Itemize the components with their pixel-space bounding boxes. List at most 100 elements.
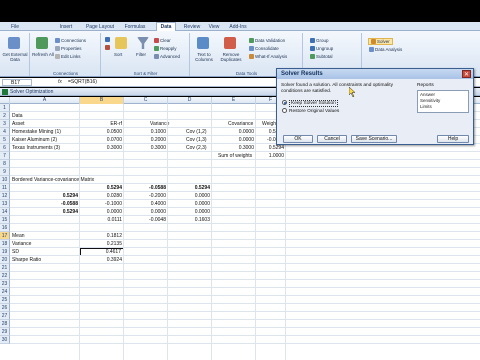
row-header-25[interactable]: 25 xyxy=(0,296,10,304)
clear-button[interactable]: Clear xyxy=(154,38,171,44)
what-if-analysis-button[interactable]: What-If Analysis xyxy=(249,54,288,60)
tab-review[interactable]: Review xyxy=(181,23,203,31)
tab-data[interactable]: Data xyxy=(156,22,176,31)
row-gridline xyxy=(10,255,480,256)
report-sensitivity[interactable]: Sensitivity xyxy=(420,98,440,103)
ungroup-button[interactable]: Ungroup xyxy=(310,46,333,52)
data-analysis-button[interactable]: Data Analysis xyxy=(369,47,402,53)
row-header-20[interactable]: 20 xyxy=(0,256,10,264)
remove-duplicates-icon xyxy=(224,37,236,49)
help-button[interactable]: Help xyxy=(437,135,469,143)
restore-original-values-radio[interactable]: Restore Original Values xyxy=(282,108,339,114)
column-header-e[interactable]: E xyxy=(212,97,256,104)
edit-links-button[interactable]: Edit Links xyxy=(55,54,81,60)
group-button[interactable]: Group xyxy=(310,38,329,44)
properties-button[interactable]: Properties xyxy=(55,46,82,52)
connections-button[interactable]: Connections xyxy=(55,38,87,44)
tab-formulas[interactable]: Formulas xyxy=(120,23,150,31)
row-header-17[interactable]: 17 xyxy=(0,232,10,240)
row-header-15[interactable]: 15 xyxy=(0,216,10,224)
row-header-6[interactable]: 6 xyxy=(0,144,10,152)
consolidate-label: Consolidate xyxy=(255,46,279,51)
row-gridline xyxy=(10,263,480,264)
row-header-21[interactable]: 21 xyxy=(0,264,10,272)
column-gridline xyxy=(79,104,80,360)
sort-az-button[interactable] xyxy=(105,37,111,43)
column-header-a[interactable]: A xyxy=(10,97,80,104)
row-header-7[interactable]: 7 xyxy=(0,152,10,160)
remove-duplicates-button[interactable]: Remove Duplicates xyxy=(217,52,245,62)
row-header-23[interactable]: 23 xyxy=(0,280,10,288)
row-header-14[interactable]: 14 xyxy=(0,208,10,216)
sort-za-button[interactable] xyxy=(105,45,111,51)
row-header-4[interactable]: 4 xyxy=(0,128,10,136)
select-all-corner[interactable] xyxy=(0,97,10,104)
row-header-9[interactable]: 9 xyxy=(0,168,10,176)
close-icon[interactable]: ✕ xyxy=(462,70,471,78)
row-header-29[interactable]: 29 xyxy=(0,328,10,336)
row-gridline xyxy=(10,215,480,216)
row-header-10[interactable]: 10 xyxy=(0,176,10,184)
connections-label: Connections xyxy=(61,38,87,43)
solver-icon xyxy=(371,39,376,45)
row-header-19[interactable]: 19 xyxy=(0,248,10,256)
tab-add-ins[interactable]: Add-Ins xyxy=(226,23,250,31)
row-header-26[interactable]: 26 xyxy=(0,304,10,312)
row-header-5[interactable]: 5 xyxy=(0,136,10,144)
reports-list[interactable]: Answer Sensitivity Limits xyxy=(417,90,469,113)
column-header-c[interactable]: C xyxy=(124,97,168,104)
reapply-button[interactable]: Reapply xyxy=(154,46,177,52)
report-limits[interactable]: Limits xyxy=(420,104,432,109)
text-to-columns-button[interactable]: Text to Columns xyxy=(192,52,216,62)
cancel-button[interactable]: Cancel xyxy=(317,135,347,143)
row-gridline xyxy=(10,279,480,280)
fx-icon[interactable]: fx xyxy=(58,79,62,85)
connections-icon xyxy=(55,38,60,44)
row-gridline xyxy=(10,239,480,240)
subtotal-button[interactable]: Subtotal xyxy=(310,54,333,60)
row-header-12[interactable]: 12 xyxy=(0,192,10,200)
tab-view[interactable]: View xyxy=(206,23,222,31)
row-header-11[interactable]: 11 xyxy=(0,184,10,192)
row-header-24[interactable]: 24 xyxy=(0,288,10,296)
ok-button[interactable]: OK xyxy=(283,135,313,143)
row-header-22[interactable]: 22 xyxy=(0,272,10,280)
row-header-13[interactable]: 13 xyxy=(0,200,10,208)
clear-icon xyxy=(154,38,159,44)
row-header-16[interactable]: 16 xyxy=(0,224,10,232)
data-validation-button[interactable]: Data Validation xyxy=(249,38,285,44)
reapply-icon xyxy=(154,46,159,52)
save-scenario-button[interactable]: Save Scenario... xyxy=(351,135,397,143)
row-header-3[interactable]: 3 xyxy=(0,120,10,128)
subtotal-icon xyxy=(310,54,315,60)
row-header-1[interactable]: 1 xyxy=(0,104,10,112)
row-header-30[interactable]: 30 xyxy=(0,336,10,344)
row-gridline xyxy=(10,287,480,288)
row-gridline xyxy=(10,335,480,336)
dialog-title: Solver Results xyxy=(281,71,323,77)
tab-insert[interactable]: Insert xyxy=(55,23,77,31)
filter-button[interactable]: Filter xyxy=(136,52,146,57)
column-header-d[interactable]: D xyxy=(168,97,212,104)
sort-button[interactable]: Sort xyxy=(114,52,122,57)
row-header-18[interactable]: 18 xyxy=(0,240,10,248)
name-box[interactable]: B17 xyxy=(2,79,32,86)
refresh-all-button[interactable]: Refresh All xyxy=(32,52,54,57)
row-gridline xyxy=(10,343,480,344)
row-header-28[interactable]: 28 xyxy=(0,320,10,328)
what-if-analysis-label: What-If Analysis xyxy=(255,54,288,59)
row-header-27[interactable]: 27 xyxy=(0,312,10,320)
row-header-2[interactable]: 2 xyxy=(0,112,10,120)
advanced-button[interactable]: Advanced xyxy=(154,54,180,60)
tab-file[interactable]: File xyxy=(2,23,28,31)
tab-page-layout[interactable]: Page Layout xyxy=(82,23,118,31)
solver-button[interactable]: Solver xyxy=(368,38,393,46)
report-answer[interactable]: Answer xyxy=(420,92,435,97)
consolidate-button[interactable]: Consolidate xyxy=(249,46,279,52)
column-header-b[interactable]: B xyxy=(80,97,124,104)
row-gridline xyxy=(10,159,480,160)
get-external-data-button[interactable]: Get External Data xyxy=(1,52,29,62)
formula-input[interactable]: =SQRT(B16) xyxy=(68,79,97,85)
keep-solver-solution-radio[interactable]: Keep Solver Solution xyxy=(282,99,338,107)
row-header-8[interactable]: 8 xyxy=(0,160,10,168)
